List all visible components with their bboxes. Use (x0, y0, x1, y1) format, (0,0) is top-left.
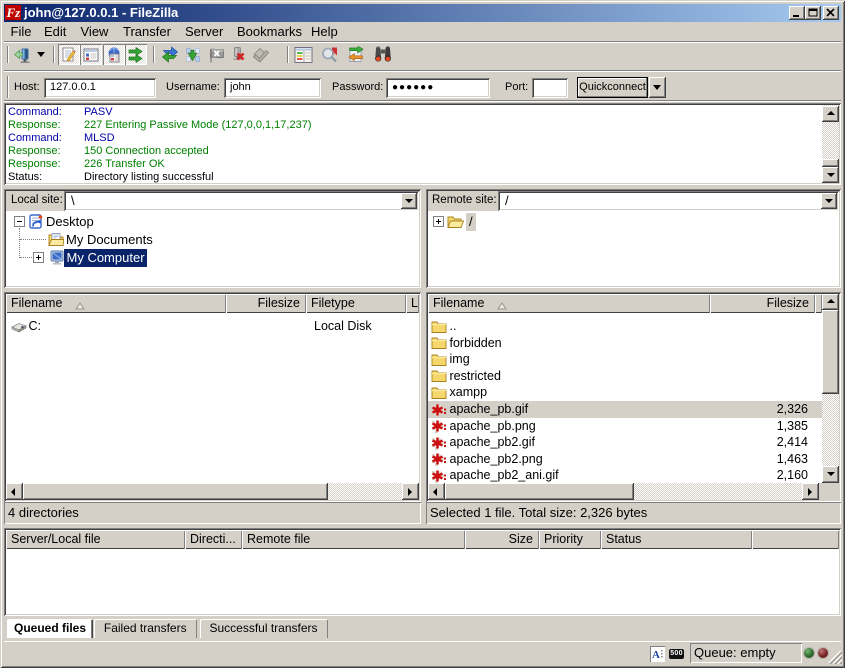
svg-text:A: A (652, 649, 660, 661)
svg-text:Fz: Fz (6, 5, 22, 20)
